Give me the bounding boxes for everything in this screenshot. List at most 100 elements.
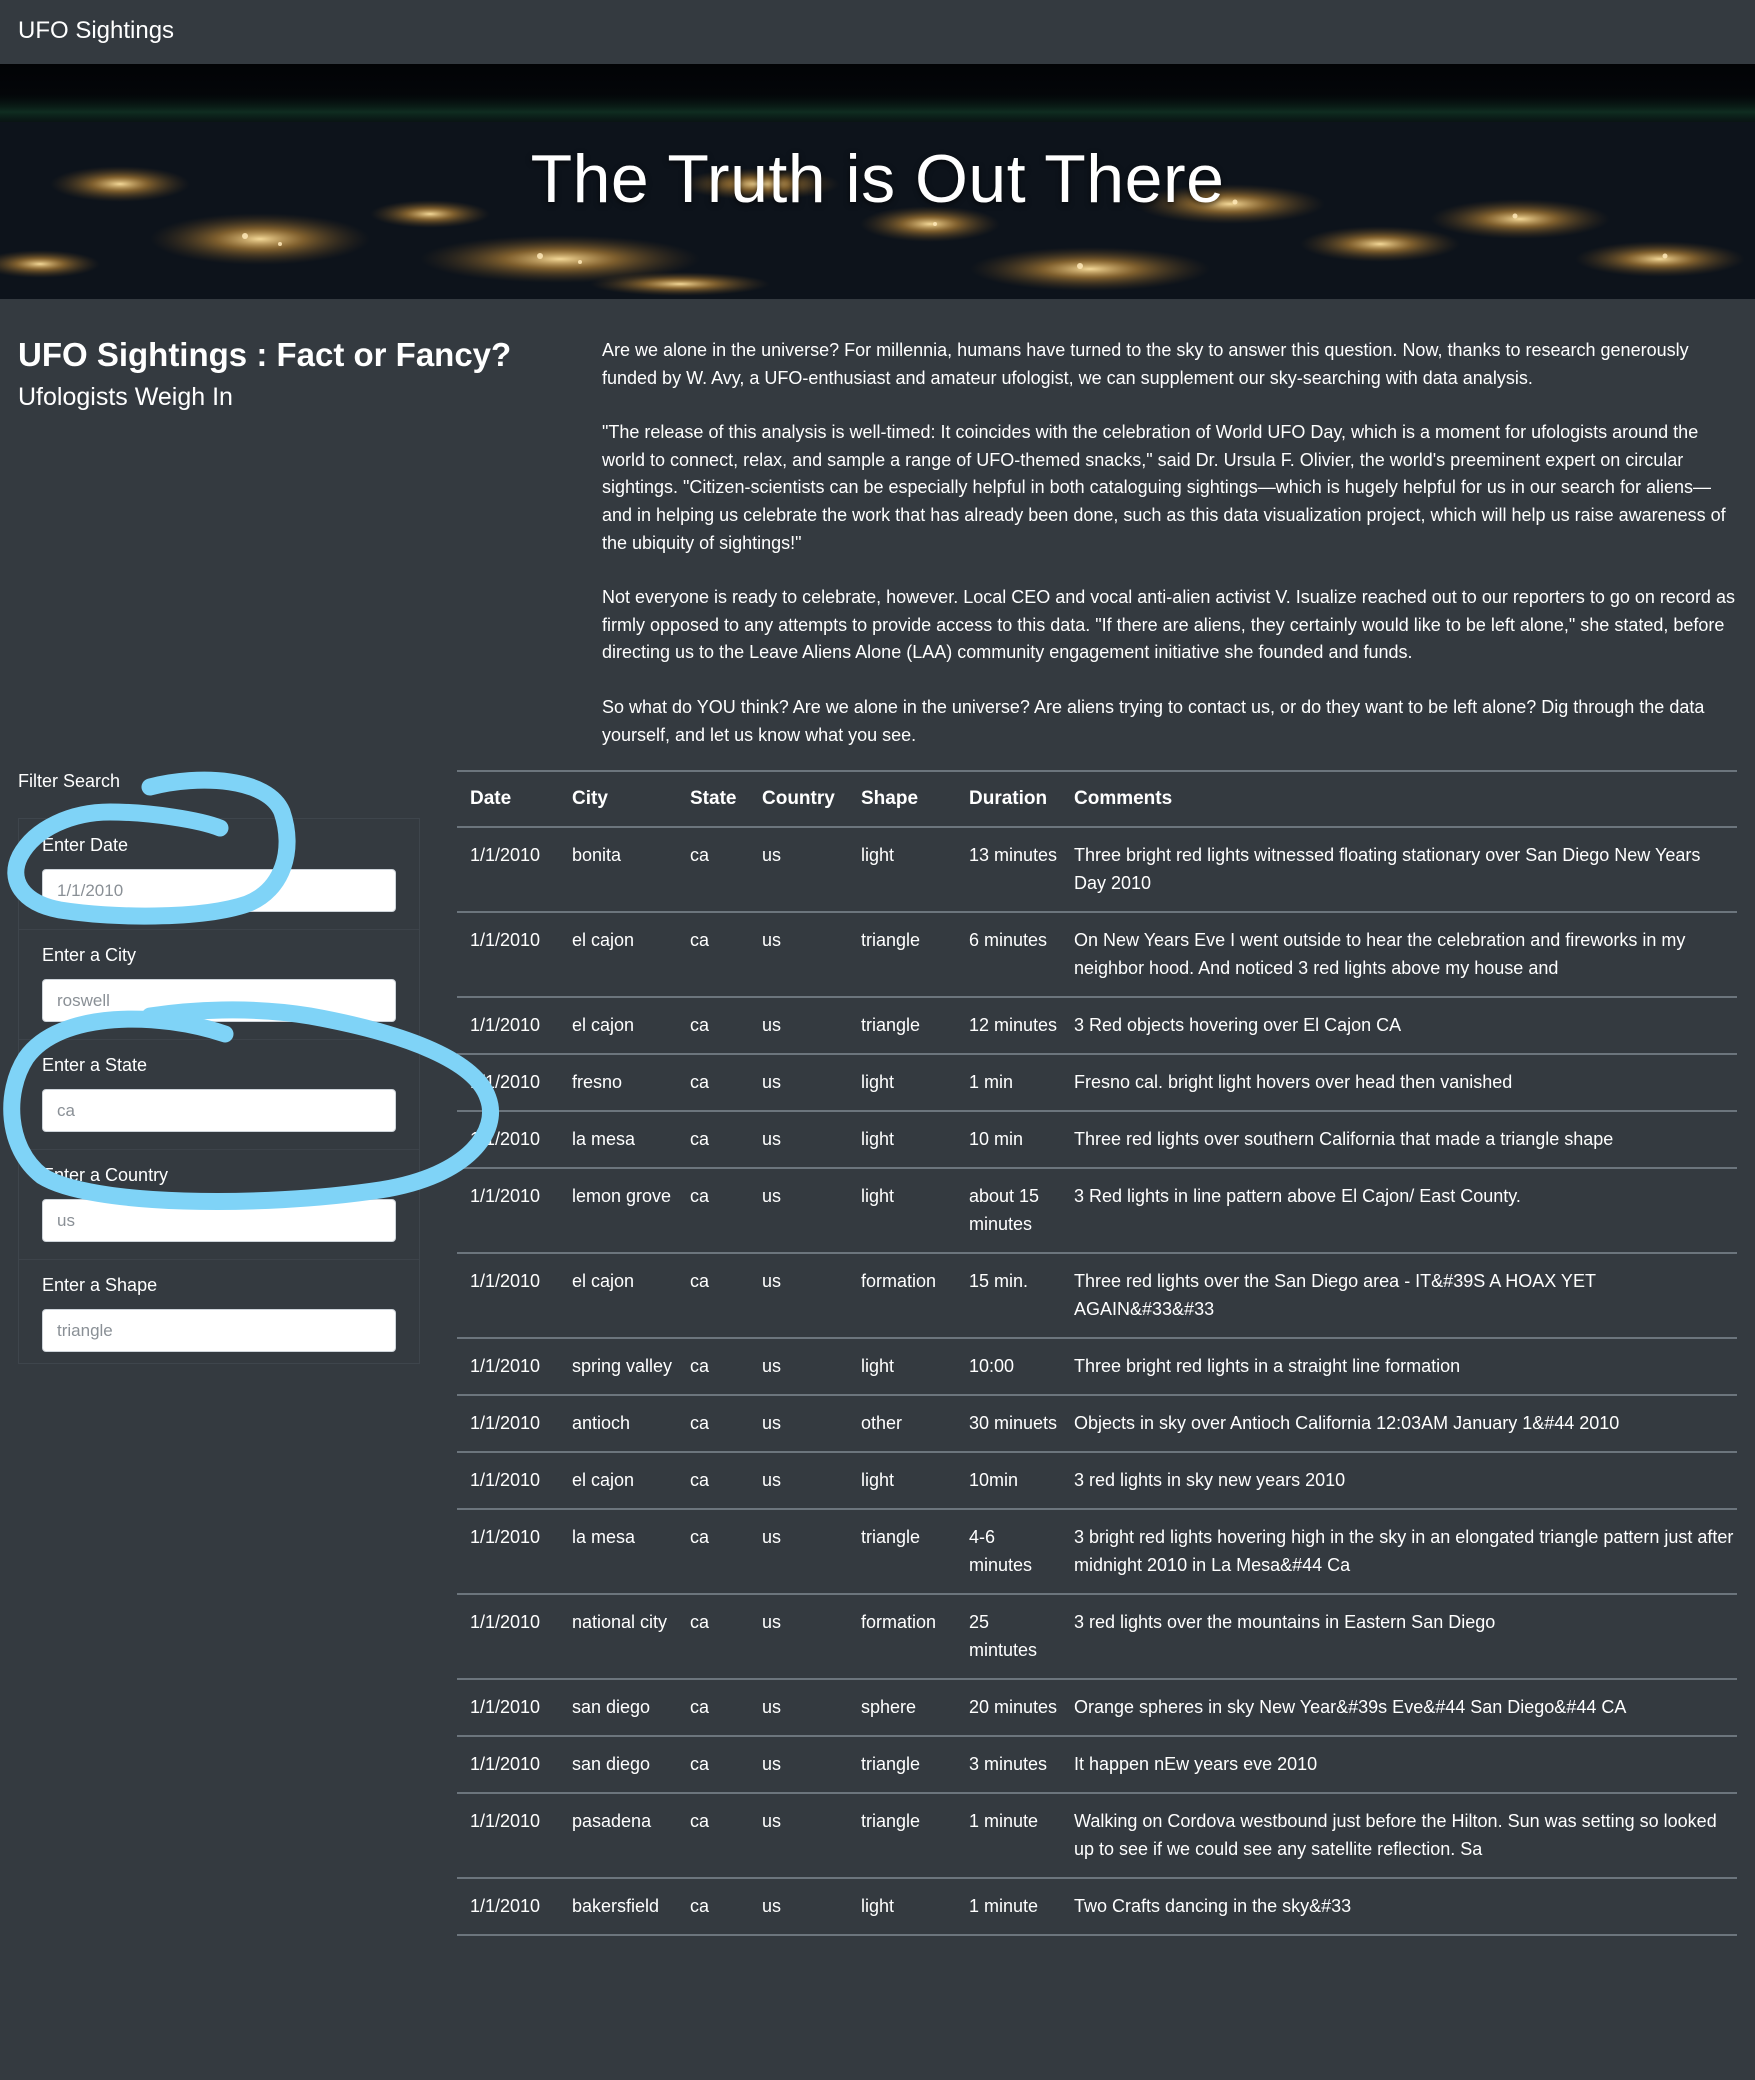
cell-shape: triangle xyxy=(848,1509,956,1595)
column-header-date: Date xyxy=(457,770,559,828)
cell-comments: Three bright red lights witnessed floati… xyxy=(1061,827,1737,913)
cell-city: el cajon xyxy=(559,997,677,1055)
cell-shape: sphere xyxy=(848,1679,956,1737)
cell-country: us xyxy=(749,1338,848,1396)
cell-shape: light xyxy=(848,1878,956,1936)
column-header-country: Country xyxy=(749,770,848,828)
cell-shape: triangle xyxy=(848,997,956,1055)
city-input[interactable] xyxy=(42,979,396,1022)
cell-comments: Three red lights over southern Californi… xyxy=(1061,1111,1737,1169)
navbar-brand[interactable]: UFO Sightings xyxy=(18,17,174,45)
cell-country: us xyxy=(749,1054,848,1112)
cell-shape: light xyxy=(848,1111,956,1169)
cell-comments: On New Years Eve I went outside to hear … xyxy=(1061,912,1737,998)
cell-duration: 6 minutes xyxy=(956,912,1061,998)
cell-city: el cajon xyxy=(559,1452,677,1510)
cell-country: us xyxy=(749,997,848,1055)
cell-shape: triangle xyxy=(848,1736,956,1794)
cell-state: ca xyxy=(677,1111,749,1169)
filter-country-label: Enter a Country xyxy=(42,1165,169,1185)
cell-shape: light xyxy=(848,1452,956,1510)
table-row: 1/1/2010 bakersfield ca us light 1 minute Two … xyxy=(457,1878,1737,1936)
cell-comments: Two Crafts dancing in the sky&#33 xyxy=(1061,1878,1737,1936)
table-row: 1/1/2010 lemon grove ca us light about 15 min… xyxy=(457,1168,1737,1254)
cell-state: ca xyxy=(677,912,749,998)
cell-state: ca xyxy=(677,1253,749,1339)
intro-subtitle: Ufologists Weigh In xyxy=(18,383,233,411)
filter-panel: Enter Date Enter a City Enter a State En… xyxy=(18,818,420,1364)
filter-shape: Enter a Shape xyxy=(19,1259,419,1369)
cell-country: us xyxy=(749,1594,848,1680)
cell-duration: 10min xyxy=(956,1452,1061,1510)
cell-date: 1/1/2010 xyxy=(457,1679,559,1737)
column-header-duration: Duration xyxy=(956,770,1061,828)
cell-duration: 30 minuets xyxy=(956,1395,1061,1453)
cell-shape: light xyxy=(848,1168,956,1254)
cell-date: 1/1/2010 xyxy=(457,1253,559,1339)
state-input[interactable] xyxy=(42,1089,396,1132)
navbar: UFO Sightings xyxy=(0,0,1755,65)
country-input[interactable] xyxy=(42,1199,396,1242)
cell-comments: 3 Red objects hovering over El Cajon CA xyxy=(1061,997,1737,1055)
cell-shape: light xyxy=(848,1054,956,1112)
cell-duration: 1 min xyxy=(956,1054,1061,1112)
ufo-table: Date City State Country Shape Duration C… xyxy=(457,770,1737,1936)
cell-state: ca xyxy=(677,1338,749,1396)
cell-state: ca xyxy=(677,1793,749,1879)
cell-date: 1/1/2010 xyxy=(457,1338,559,1396)
hero-banner: The Truth is Out There xyxy=(0,64,1755,299)
cell-date: 1/1/2010 xyxy=(457,1452,559,1510)
cell-state: ca xyxy=(677,1054,749,1112)
table-row: 1/1/2010 antioch ca us other 30 minuets Object… xyxy=(457,1395,1737,1453)
cell-date: 1/1/2010 xyxy=(457,1878,559,1936)
filter-state: Enter a State xyxy=(19,1039,419,1150)
hero-title: The Truth is Out There xyxy=(530,141,1225,217)
filter-date-label: Enter Date xyxy=(42,835,129,855)
shape-input[interactable] xyxy=(42,1309,396,1352)
article-paragraph: "The release of this analysis is well-ti… xyxy=(602,422,1726,553)
cell-duration: 4-6 minutes xyxy=(956,1509,1061,1595)
cell-comments: Walking on Cordova westbound just before… xyxy=(1061,1793,1737,1879)
cell-shape: triangle xyxy=(848,912,956,998)
cell-date: 1/1/2010 xyxy=(457,1111,559,1169)
cell-comments: Three red lights over the San Diego area… xyxy=(1061,1253,1737,1339)
intro-title: UFO Sightings : Fact or Fancy? xyxy=(18,336,512,373)
article-body: Are we alone in the universe? For millen… xyxy=(602,337,1737,776)
cell-duration: 15 min. xyxy=(956,1253,1061,1339)
cell-city: bakersfield xyxy=(559,1878,677,1936)
cell-city: el cajon xyxy=(559,1253,677,1339)
cell-city: la mesa xyxy=(559,1509,677,1595)
filter-city-label: Enter a City xyxy=(42,945,137,965)
cell-shape: light xyxy=(848,827,956,913)
cell-country: us xyxy=(749,912,848,998)
cell-comments: It happen nEw years eve 2010 xyxy=(1061,1736,1737,1794)
filter-city: Enter a City xyxy=(19,929,419,1040)
cell-shape: light xyxy=(848,1338,956,1396)
cell-state: ca xyxy=(677,1679,749,1737)
cell-duration: 20 minutes xyxy=(956,1679,1061,1737)
table-row: 1/1/2010 san diego ca us sphere 20 minutes Ora… xyxy=(457,1679,1737,1737)
cell-country: us xyxy=(749,1878,848,1936)
cell-comments: 3 bright red lights hovering high in the… xyxy=(1061,1509,1737,1595)
cell-country: us xyxy=(749,1679,848,1737)
cell-state: ca xyxy=(677,997,749,1055)
table-row: 1/1/2010 bonita ca us light 13 minutes Three b… xyxy=(457,827,1737,913)
filter-shape-label: Enter a Shape xyxy=(42,1275,158,1295)
cell-city: el cajon xyxy=(559,912,677,998)
cell-city: pasadena xyxy=(559,1793,677,1879)
cell-date: 1/1/2010 xyxy=(457,1054,559,1112)
cell-country: us xyxy=(749,1395,848,1453)
cell-city: san diego xyxy=(559,1679,677,1737)
table-row: 1/1/2010 san diego ca us triangle 3 minutes It… xyxy=(457,1736,1737,1794)
sightings-table-wrapper: Date City State Country Shape Duration C… xyxy=(457,770,1737,1936)
filter-search-heading: Filter Search xyxy=(18,771,121,791)
cell-city: spring valley xyxy=(559,1338,677,1396)
table-row: 1/1/2010 la mesa ca us light 10 min Three red … xyxy=(457,1111,1737,1169)
date-input[interactable] xyxy=(42,869,396,912)
cell-city: san diego xyxy=(559,1736,677,1794)
cell-comments: 3 Red lights in line pattern above El Ca… xyxy=(1061,1168,1737,1254)
cell-shape: formation xyxy=(848,1253,956,1339)
cell-comments: 3 red lights in sky new years 2010 xyxy=(1061,1452,1737,1510)
cell-state: ca xyxy=(677,1395,749,1453)
cell-country: us xyxy=(749,1253,848,1339)
